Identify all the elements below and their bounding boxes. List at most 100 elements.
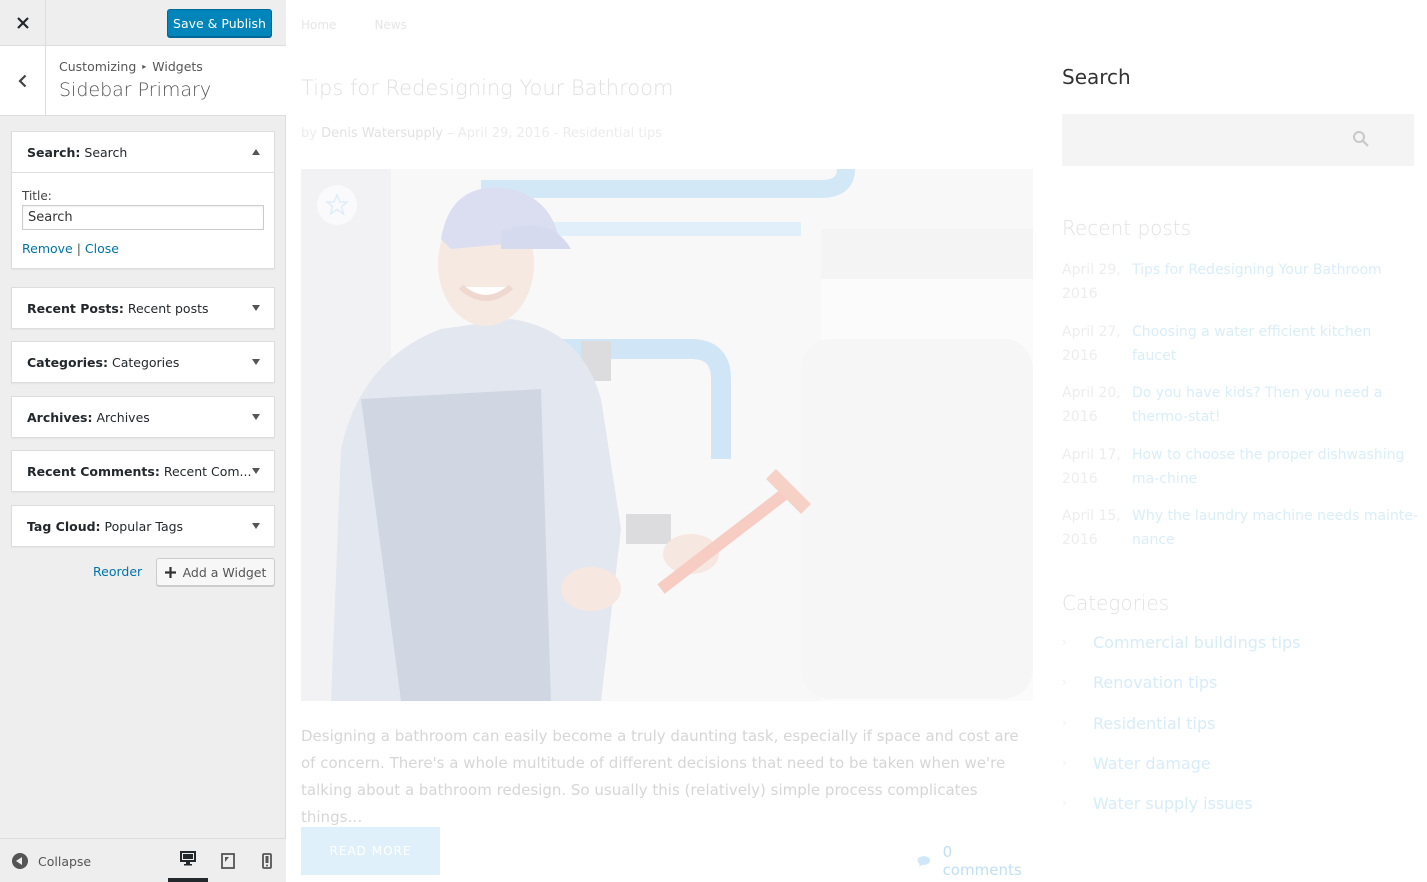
add-widget-button[interactable]: Add a Widget	[156, 558, 275, 586]
category-item[interactable]: › Water supply issues	[1062, 794, 1418, 834]
widget-tag-cloud: Tag Cloud: Popular Tags	[11, 505, 275, 547]
widget-actions: Remove | Close	[22, 241, 264, 256]
collapse-arrow-icon	[12, 853, 28, 869]
widget-title-label: Archives	[96, 409, 150, 425]
widget-header-recent-posts[interactable]: Recent Posts: Recent posts	[12, 288, 274, 328]
list-item: April 27, 2016 Choosing a water efficien…	[1062, 320, 1418, 382]
breadcrumb: Customizing ▸ Widgets	[59, 59, 203, 74]
post-author-link[interactable]: Denis Watersupply	[321, 126, 443, 141]
post-meta: by Denis Watersupply – April 29, 2016 - …	[301, 126, 662, 141]
widget-title-input[interactable]	[22, 205, 264, 230]
category-label: Commercial buildings tips	[1093, 633, 1301, 652]
site-preview: Home News Tips for Redesigning Your Bath…	[287, 0, 1427, 882]
list-item: April 15, 2016 Why the laundry machine n…	[1062, 504, 1418, 566]
category-label: Water supply issues	[1093, 794, 1253, 814]
category-item[interactable]: › Residential tips	[1062, 714, 1418, 754]
breadcrumb-parent: Customizing	[59, 59, 137, 74]
post-date: April 15, 2016	[1062, 508, 1121, 548]
close-customizer-button[interactable]	[0, 0, 46, 46]
customizer-footer: Collapse	[0, 838, 286, 882]
close-icon	[16, 17, 29, 29]
preview-desktop-button[interactable]	[168, 839, 208, 882]
widget-header-recent-comments[interactable]: Recent Comments: Recent Com...	[12, 451, 274, 491]
category-item[interactable]: › Commercial buildings tips	[1062, 633, 1418, 673]
post-title[interactable]: Tips for Redesigning Your Bathroom	[301, 76, 673, 100]
preview-tablet-button[interactable]	[208, 839, 248, 882]
widget-recent-posts: Recent Posts: Recent posts	[11, 287, 275, 329]
close-widget-link[interactable]: Close	[85, 241, 119, 256]
tablet-icon	[221, 852, 235, 869]
read-more-button[interactable]: READ MORE	[301, 827, 440, 875]
post-date: April 17, 2016	[1062, 446, 1121, 487]
post-link[interactable]: Tips for Redesigning Your Bathroom	[1132, 258, 1418, 320]
recent-posts-heading: Recent posts	[1062, 216, 1192, 240]
actions-separator: |	[76, 241, 81, 256]
recent-posts-list: April 29, 2016 Tips for Redesigning Your…	[1062, 258, 1418, 566]
category-label: Residential tips	[1093, 713, 1216, 733]
widget-type-label: Recent Comments:	[27, 463, 160, 479]
widget-title-label: Search	[84, 144, 128, 160]
widget-header-archives[interactable]: Archives: Archives	[12, 397, 274, 437]
desktop-icon	[180, 851, 196, 866]
widget-search: Search: Search Title: Remove | Close	[11, 131, 275, 269]
list-item: April 20, 2016 Do you have kids? Then yo…	[1062, 381, 1418, 443]
post-link[interactable]: How to choose the proper dishwashing ma-…	[1132, 443, 1418, 505]
widget-type-label: Search:	[27, 144, 81, 160]
expand-arrow-icon[interactable]	[252, 414, 260, 420]
post-meta-details: – April 29, 2016 - Residential tips	[447, 126, 663, 141]
sidebar-search-input[interactable]	[1062, 114, 1414, 166]
post-date: April 20, 2016	[1062, 385, 1121, 425]
widget-header-search[interactable]: Search: Search	[12, 132, 274, 172]
chevron-right-icon: ›	[1062, 675, 1067, 690]
widget-recent-comments: Recent Comments: Recent Com...	[11, 450, 275, 492]
widget-form-search: Title: Remove | Close	[12, 172, 274, 268]
comments-count: 0 comments	[942, 843, 1022, 879]
collapse-button[interactable]: Collapse	[12, 853, 91, 869]
post-date: April 29, 2016	[1062, 262, 1121, 302]
widget-categories: Categories: Categories	[11, 341, 275, 383]
plus-icon	[164, 566, 176, 578]
category-item[interactable]: › Water damage	[1062, 754, 1418, 794]
widget-title-label: Recent posts	[127, 300, 209, 316]
widget-header-tag-cloud[interactable]: Tag Cloud: Popular Tags	[12, 506, 274, 546]
expand-arrow-icon[interactable]	[252, 359, 260, 365]
search-icon[interactable]	[1352, 130, 1370, 148]
title-field-label: Title:	[22, 189, 52, 203]
post-link[interactable]: Do you have kids? Then you need a thermo…	[1132, 381, 1418, 443]
comments-link[interactable]: 0 comments	[917, 843, 1033, 879]
chevron-right-icon: ›	[1062, 715, 1067, 730]
post-meta-by: by	[301, 126, 317, 141]
panel-title-section: Customizing ▸ Widgets Sidebar Primary	[0, 46, 286, 116]
collapse-arrow-icon[interactable]	[252, 149, 260, 155]
back-button[interactable]	[0, 46, 46, 115]
post-link[interactable]: Choosing a water efficient kitchen fauce…	[1132, 320, 1418, 382]
widget-title-label: Recent Com...	[163, 463, 252, 479]
widget-header-categories[interactable]: Categories: Categories	[12, 342, 274, 382]
chevron-left-icon	[18, 74, 27, 87]
preview-mobile-button[interactable]	[247, 839, 287, 882]
nav-item-home[interactable]: Home	[301, 18, 336, 32]
widget-archives: Archives: Archives	[11, 396, 275, 438]
sidebar-search-title: Search	[1062, 65, 1131, 89]
list-item: April 29, 2016 Tips for Redesigning Your…	[1062, 258, 1418, 320]
page-title: Sidebar Primary	[59, 79, 212, 101]
expand-arrow-icon[interactable]	[252, 523, 260, 529]
breadcrumb-current: Widgets	[152, 59, 203, 74]
post-link[interactable]: Why the laundry machine needs mainte-nan…	[1132, 504, 1418, 566]
expand-arrow-icon[interactable]	[252, 468, 260, 474]
customizer-header: Save & Publish	[0, 0, 286, 46]
widget-type-label: Tag Cloud:	[27, 518, 101, 534]
save-publish-button[interactable]: Save & Publish	[167, 9, 272, 37]
post-featured-image[interactable]	[301, 169, 1033, 701]
widget-type-label: Archives:	[27, 409, 93, 425]
category-item[interactable]: › Renovation tips	[1062, 673, 1418, 713]
add-widget-label: Add a Widget	[182, 564, 267, 580]
nav-item-news[interactable]: News	[374, 18, 406, 32]
widget-title-label: Categories	[111, 354, 180, 370]
remove-widget-link[interactable]: Remove	[22, 241, 73, 256]
category-label: Renovation tips	[1093, 673, 1218, 693]
widget-type-label: Recent Posts:	[27, 300, 124, 316]
reorder-link[interactable]: Reorder	[93, 564, 142, 579]
expand-arrow-icon[interactable]	[252, 305, 260, 311]
list-item: April 17, 2016 How to choose the proper …	[1062, 443, 1418, 505]
